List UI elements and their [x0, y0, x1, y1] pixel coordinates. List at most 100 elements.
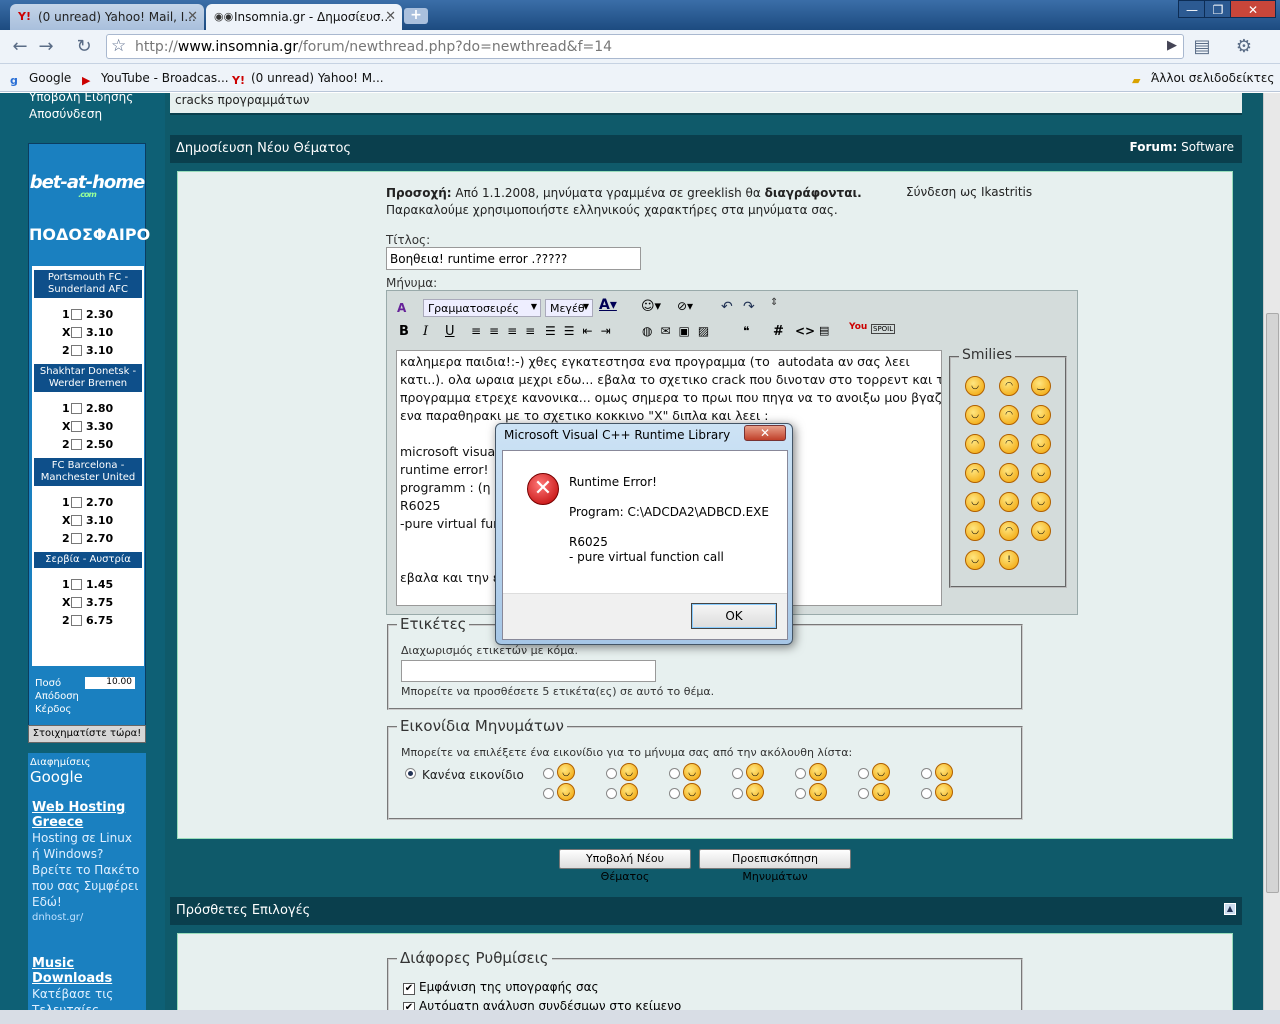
smilie-icon[interactable]: ◠	[965, 463, 985, 483]
tags-input[interactable]	[401, 660, 656, 682]
message-icon[interactable]: ◡	[935, 763, 953, 781]
ok-button[interactable]: OK	[691, 603, 777, 629]
link-logout[interactable]: Αποσύνδεση	[29, 106, 133, 123]
message-icon-radio[interactable]	[858, 788, 869, 799]
new-tab-button[interactable]: +	[404, 8, 428, 24]
message-icon[interactable]: ◡	[935, 783, 953, 801]
link-submit-news[interactable]: Υποβολή Είδησης	[29, 93, 133, 106]
back-icon[interactable]: ←	[8, 36, 32, 58]
insert-icons[interactable]: ◍✉▣▨	[642, 324, 717, 338]
odd-row[interactable]: 1 2.70	[62, 496, 113, 509]
text-color-icon[interactable]: A▾	[599, 297, 617, 313]
message-icon-radio[interactable]	[921, 768, 932, 779]
message-icon[interactable]: ◡	[872, 783, 890, 801]
smilie-icon[interactable]: ◠	[999, 376, 1019, 396]
youtube-embed-icon[interactable]: You	[849, 322, 867, 332]
bold-icon[interactable]: B	[399, 324, 409, 339]
message-icon[interactable]: ◡	[557, 763, 575, 781]
odd-checkbox[interactable]	[71, 615, 82, 626]
code-icon[interactable]: <>	[795, 324, 815, 338]
odd-row[interactable]: 2 3.10	[62, 344, 113, 357]
smilie-icon[interactable]: ◡	[965, 405, 985, 425]
maximize-button[interactable]: ❐	[1204, 0, 1232, 18]
redo-icon[interactable]: ↷	[743, 299, 755, 315]
message-icon-radio[interactable]	[543, 788, 554, 799]
message-icon-radio[interactable]	[732, 768, 743, 779]
odd-row[interactable]: 2 2.50	[62, 438, 113, 451]
message-icon[interactable]: ◡	[683, 783, 701, 801]
odd-row[interactable]: 2 2.70	[62, 532, 113, 545]
option-autolink[interactable]: ✔ Αυτόματη ανάλυση συνδέσμων στο κείμενο	[403, 999, 681, 1010]
message-icon[interactable]: ◡	[620, 763, 638, 781]
smilie-icon[interactable]: ◡	[1031, 434, 1051, 454]
smilie-icon[interactable]: ◡	[1031, 521, 1051, 541]
submit-thread-button[interactable]: Υποβολή Νέου Θέματος	[559, 849, 691, 883]
tab-insomnia[interactable]: ◉◉ Insomnia.gr - Δημοσίευσ... ✕	[206, 4, 402, 30]
smilie-icon[interactable]: ◡	[965, 492, 985, 512]
smilie-icon[interactable]: ◠	[999, 434, 1019, 454]
signature-checkbox[interactable]: ✔	[403, 983, 415, 995]
smilie-icon[interactable]: ◡	[965, 550, 985, 570]
close-window-button[interactable]: ✕	[1230, 0, 1276, 18]
scroll-thumb[interactable]	[1266, 313, 1279, 893]
message-icon-radio[interactable]	[795, 788, 806, 799]
smilie-icon[interactable]: ◡	[1031, 463, 1051, 483]
message-icon[interactable]: ◡	[809, 763, 827, 781]
odd-row[interactable]: 2 6.75	[62, 614, 113, 627]
odd-checkbox[interactable]	[71, 597, 82, 608]
message-icon[interactable]: ◡	[746, 763, 764, 781]
reload-icon[interactable]: ↻	[72, 36, 96, 58]
quote-icon[interactable]: ❝	[743, 324, 749, 338]
message-icon-radio[interactable]	[543, 768, 554, 779]
underline-icon[interactable]: U	[445, 324, 455, 339]
other-bookmarks[interactable]: ▰ Άλλοι σελιδοδείκτες	[1132, 71, 1274, 88]
message-icon-radio[interactable]	[795, 768, 806, 779]
minimize-button[interactable]: —	[1178, 0, 1206, 18]
message-icon-radio[interactable]	[669, 788, 680, 799]
odd-row[interactable]: 1 2.30	[62, 308, 113, 321]
align-icons[interactable]: ≡≡≡≡	[471, 324, 543, 338]
no-icon-radio[interactable]	[405, 768, 416, 779]
odd-row[interactable]: 1 2.80	[62, 402, 113, 415]
odd-checkbox[interactable]	[71, 421, 82, 432]
autolink-checkbox[interactable]: ✔	[403, 1002, 415, 1010]
tab-yahoo-mail[interactable]: Y! (0 unread) Yahoo! Mail, I... ✕	[10, 4, 204, 30]
wysiwyg-toggle-icon[interactable]: A	[397, 301, 411, 315]
smilie-icon[interactable]: ◡	[965, 376, 985, 396]
preview-button[interactable]: Προεπισκόπηση Μηνυμάτων	[699, 849, 851, 883]
spoiler-icon[interactable]: SPOIL	[871, 324, 896, 334]
bookmark-yahoo[interactable]: Y! (0 unread) Yahoo! M...	[232, 71, 384, 88]
go-icon[interactable]: ▶	[1167, 38, 1177, 53]
smilie-icon[interactable]: ◠	[965, 434, 985, 454]
smilie-icon[interactable]: ◡	[1031, 492, 1051, 512]
bet-now-button[interactable]: Στοιχηματίστε τώρα!	[28, 725, 146, 743]
smilie-icon[interactable]: ‿	[1031, 376, 1051, 396]
odd-checkbox[interactable]	[71, 439, 82, 450]
ad-url-hosting[interactable]: dnhost.gr/	[28, 910, 146, 926]
title-input[interactable]: Βοηθεια! runtime error .?????	[386, 247, 641, 270]
message-icon-radio[interactable]	[858, 768, 869, 779]
smilie-icon[interactable]: ◠	[999, 521, 1019, 541]
forward-icon[interactable]: →	[34, 36, 58, 58]
odd-row[interactable]: X 3.10	[62, 514, 113, 527]
smilie-icon[interactable]: !	[999, 550, 1019, 570]
odd-row[interactable]: X 3.75	[62, 596, 113, 609]
odd-row[interactable]: X 3.10	[62, 326, 113, 339]
odd-row[interactable]: X 3.30	[62, 420, 113, 433]
italic-icon[interactable]: I	[423, 324, 428, 339]
odd-checkbox[interactable]	[71, 497, 82, 508]
hash-icon[interactable]: #	[773, 324, 784, 339]
wrench-icon[interactable]: ⚙	[1232, 36, 1256, 58]
attach-icon[interactable]: ⊘▾	[677, 299, 693, 313]
message-icon-radio[interactable]	[606, 768, 617, 779]
page-scrollbar[interactable]	[1263, 93, 1280, 1010]
amount-input[interactable]: 10.00	[85, 677, 135, 689]
smilie-menu-icon[interactable]: ☺▾	[641, 299, 661, 314]
message-icon[interactable]: ◡	[746, 783, 764, 801]
message-icon[interactable]: ◡	[620, 783, 638, 801]
message-icon[interactable]: ◡	[809, 783, 827, 801]
odd-checkbox[interactable]	[71, 579, 82, 590]
dialog-close-button[interactable]: ✕	[744, 425, 786, 441]
font-select[interactable]: Γραμματοσειρές ▼	[423, 299, 541, 317]
odd-checkbox[interactable]	[71, 345, 82, 356]
